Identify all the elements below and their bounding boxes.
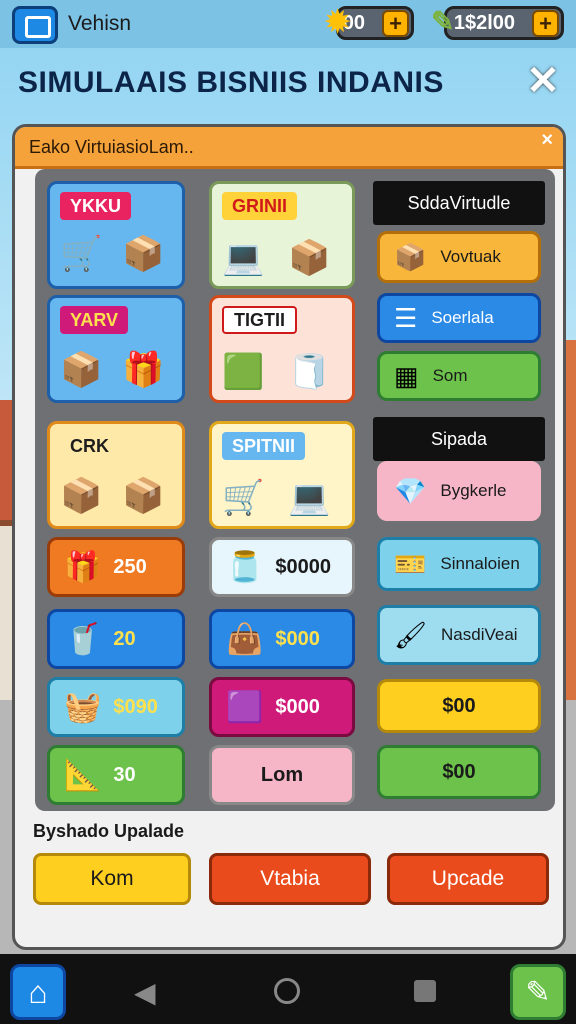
top-bar: Vehisn ✹ 700 + ✎ 1$2l00 + xyxy=(0,0,576,48)
box-icon: 📦 xyxy=(60,477,103,515)
building-icon: ▦ xyxy=(394,360,419,391)
cash-wand-icon: ✎ xyxy=(431,6,455,37)
box-icon: 📦 xyxy=(60,351,103,389)
cube-icon: 🟩 xyxy=(222,353,265,391)
side-item-label: Soerlala xyxy=(431,308,494,327)
side-item[interactable]: 🎫 Sinnaloien xyxy=(377,537,541,591)
boxes-icon: 📦 xyxy=(288,239,331,277)
price-tile[interactable]: 🧺 $090 xyxy=(47,677,185,737)
gift-box-icon: 🎁 xyxy=(122,351,165,389)
category-banner: GRINII xyxy=(222,192,298,220)
price-tile[interactable]: 🫙 $0000 xyxy=(209,537,355,597)
category-banner: SPITNII xyxy=(222,432,306,460)
panel-close-icon[interactable]: × xyxy=(541,129,553,152)
panel-header: Eako VirtuiasioLam.. × xyxy=(15,127,563,169)
category-tile-grinii[interactable]: GRINII 💻 📦 xyxy=(209,181,355,289)
shopping-cart-icon: 🛒 xyxy=(222,479,265,517)
side-price-button[interactable]: $00 xyxy=(377,679,541,733)
home-icon[interactable]: ⌂ xyxy=(10,964,66,1020)
price-value: Lom xyxy=(260,763,304,786)
category-tile-tigtii[interactable]: TIGTII 🟩 🧻 xyxy=(209,295,355,403)
side-item[interactable]: ▦ Som xyxy=(377,351,541,401)
side-price-button[interactable]: $00 xyxy=(377,745,541,799)
ticket-icon: 🎫 xyxy=(394,548,427,579)
list-icon: ☰ xyxy=(394,302,418,333)
category-banner: TIGTII xyxy=(222,306,297,334)
side-item-label: Vovtuak xyxy=(440,247,501,266)
price-value: $000 xyxy=(275,627,320,650)
side-item[interactable]: 📦 Vovtuak xyxy=(377,231,541,283)
shop-grid: YKKU 🛒 📦 YARV 📦 🎁 CRK 📦 📦 GRINII 💻 📦 TIG… xyxy=(35,169,555,811)
sun-coin-icon: ✹ xyxy=(325,6,351,39)
price-value: $000 xyxy=(275,695,320,718)
basket-icon: 🧺 xyxy=(64,690,102,724)
side-item[interactable]: ☰ Soerlala xyxy=(377,293,541,343)
box-icon: 📦 xyxy=(394,241,427,272)
side-price-value: $00 xyxy=(442,694,476,717)
coin-counter: ✹ 700 + xyxy=(325,6,414,40)
category-banner: CRK xyxy=(70,435,109,456)
system-nav-bar: ⌂ ◀ ✎ xyxy=(0,954,576,1024)
price-value: $090 xyxy=(113,695,158,718)
panel-title: Eako VirtuiasioLam.. xyxy=(29,137,194,157)
brush-icon: 🖌 xyxy=(394,619,428,650)
side-item[interactable]: 🖌 NasdiVeai xyxy=(377,605,541,665)
cup-icon: 🥤 xyxy=(64,622,102,656)
box-icon: 📐 xyxy=(64,758,102,792)
gem-box-icon: 💎 xyxy=(394,475,427,506)
price-tile[interactable]: 🟪 $000 xyxy=(209,677,355,737)
add-cash-button[interactable]: + xyxy=(532,10,559,37)
side-price-value: $00 xyxy=(442,760,476,783)
category-banner: YARV xyxy=(60,306,129,334)
vtabia-button[interactable]: Vtabia xyxy=(209,853,371,905)
section-header: Sipada xyxy=(373,417,545,461)
price-tile[interactable]: 🥤 20 xyxy=(47,609,185,669)
price-tile[interactable]: 👜 $000 xyxy=(209,609,355,669)
edit-pencil-icon[interactable]: ✎ xyxy=(510,964,566,1020)
cash-value: 1$2l00 xyxy=(453,11,515,34)
side-item-label: NasdiVeai xyxy=(441,625,518,644)
side-item-label: Som xyxy=(432,366,468,385)
jar-icon: 🫙 xyxy=(226,550,264,584)
shop-panel: Eako VirtuiasioLam.. × YKKU 🛒 📦 YARV 📦 🎁… xyxy=(12,124,566,950)
category-tile-yarv[interactable]: YARV 📦 🎁 xyxy=(47,295,185,403)
category-tile-spitnii[interactable]: SPITNII 🛒 💻 xyxy=(209,421,355,529)
bottom-section-label: Byshado Upalade xyxy=(33,821,185,841)
category-banner: YKKU xyxy=(60,192,132,220)
upgrade-button[interactable]: Upcade xyxy=(387,853,549,905)
price-tile[interactable]: Lom xyxy=(209,745,355,805)
add-coins-button[interactable]: + xyxy=(382,10,409,37)
tape-roll-icon: 🧻 xyxy=(288,353,331,391)
cube-icon: 🟪 xyxy=(226,690,264,724)
section-header: SddaVirtudle xyxy=(373,181,545,225)
price-tile[interactable]: 🎁 250 xyxy=(47,537,185,597)
kom-button[interactable]: Kom xyxy=(33,853,191,905)
bag-icon: 👜 xyxy=(226,622,264,656)
app-name: Vehisn xyxy=(68,12,132,35)
home-circle-icon[interactable] xyxy=(274,978,300,1004)
tape-roll-icon: 📦 xyxy=(122,235,165,273)
side-item-label: Sinnaloien xyxy=(440,554,520,573)
close-icon[interactable]: ✕ xyxy=(524,61,562,101)
side-item[interactable]: 💎 Bygkerle xyxy=(377,461,541,521)
gift-icon: 🎁 xyxy=(64,550,102,584)
app-window-icon[interactable] xyxy=(12,6,58,44)
price-value: 250 xyxy=(113,555,147,578)
recents-icon[interactable] xyxy=(414,980,436,1002)
page-title: SIMULAAIS BISNIIS INDANIS xyxy=(18,66,444,99)
price-value: $0000 xyxy=(275,555,331,578)
laptop-icon: 💻 xyxy=(288,479,331,517)
open-box-icon: 📦 xyxy=(122,477,165,515)
category-tile-crk[interactable]: CRK 📦 📦 xyxy=(47,421,185,529)
price-value: 20 xyxy=(113,627,136,650)
shopping-cart-icon: 🛒 xyxy=(60,235,103,273)
category-tile-ykku[interactable]: YKKU 🛒 📦 xyxy=(47,181,185,289)
cash-counter: ✎ 1$2l00 + xyxy=(431,6,564,40)
price-tile[interactable]: 📐 30 xyxy=(47,745,185,805)
price-value: 30 xyxy=(113,763,136,786)
back-icon[interactable]: ◀ xyxy=(134,976,156,1009)
laptop-icon: 💻 xyxy=(222,239,265,277)
side-item-label: Bygkerle xyxy=(440,481,507,500)
